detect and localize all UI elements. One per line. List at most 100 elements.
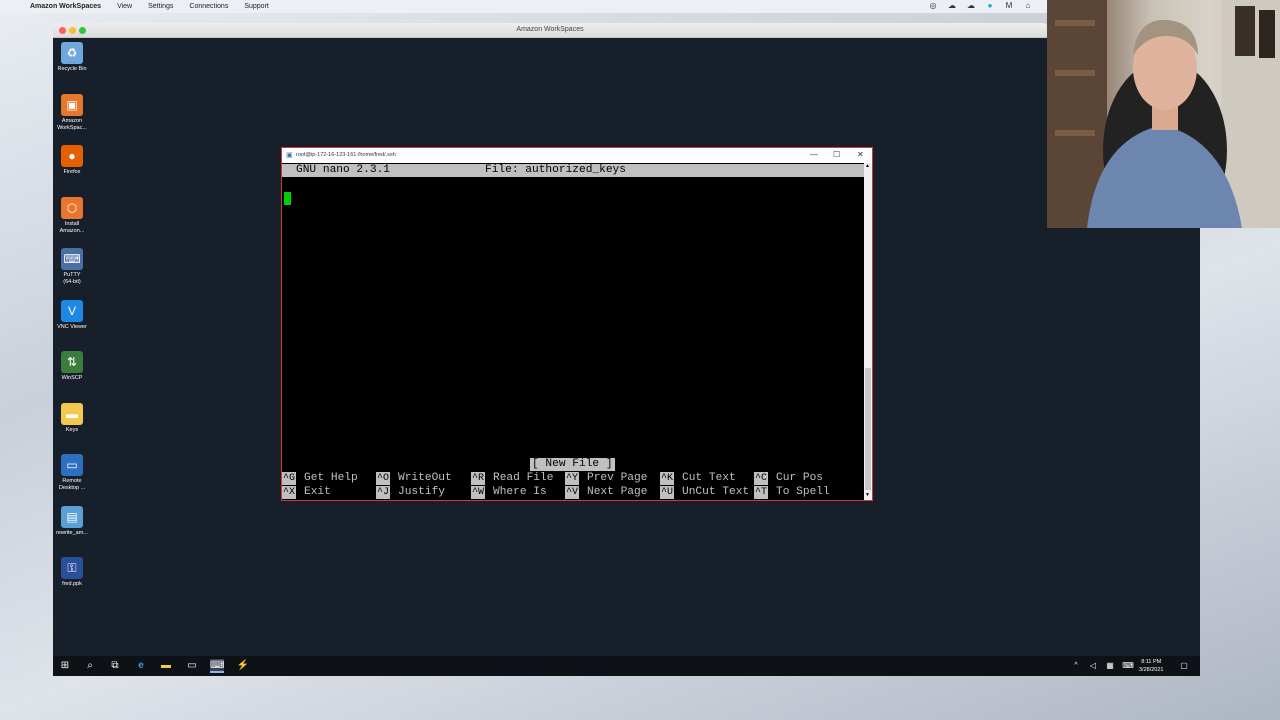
- wifi-icon[interactable]: ⌂: [1023, 1, 1033, 10]
- menu-settings[interactable]: Settings: [148, 3, 173, 10]
- desktop-icon[interactable]: ▤ rewrite_am...: [53, 505, 91, 537]
- putty-title: root@ip-172-16-123-161:/home/fred/.ssh: [296, 152, 396, 158]
- remote-desktop-icon: ▭: [61, 454, 83, 476]
- shortcut-label: Cur Pos: [776, 472, 823, 484]
- menu-connections[interactable]: Connections: [189, 3, 228, 10]
- shortcut-label: Next Page: [587, 486, 648, 498]
- scroll-down-icon[interactable]: ▼: [865, 492, 870, 498]
- menu-view[interactable]: View: [117, 3, 132, 10]
- desktop-icon[interactable]: ▭ Remote Desktop ...: [53, 454, 91, 492]
- putty-app-icon: ▣: [286, 152, 293, 159]
- cloud-icon[interactable]: ☁: [947, 1, 957, 10]
- desktop-icon[interactable]: ♻ Recycle Bin: [53, 42, 91, 73]
- task-view-icon[interactable]: ⧉: [108, 659, 122, 673]
- maximize-icon[interactable]: ☐: [833, 150, 840, 159]
- search-icon[interactable]: ⌕: [83, 659, 97, 673]
- network-icon[interactable]: ▦: [1103, 659, 1117, 673]
- desktop-icon[interactable]: V VNC Viewer: [53, 299, 91, 331]
- gmail-icon[interactable]: M: [1004, 1, 1014, 10]
- notification-icon[interactable]: ▢: [1177, 659, 1191, 673]
- scrollbar-thumb[interactable]: [865, 368, 871, 490]
- desktop-icon-label: Install Amazon...: [59, 220, 85, 234]
- menu-support[interactable]: Support: [244, 3, 269, 10]
- winscp-icon: ⇅: [61, 351, 83, 373]
- shortcut-key: ^G: [282, 472, 297, 485]
- terminal-cursor: [284, 192, 291, 205]
- shortcut-label: Where Is: [493, 486, 547, 498]
- clock-time: 8:11 PM: [1141, 659, 1162, 665]
- folder-icon: ▬: [61, 402, 83, 425]
- file-explorer-icon[interactable]: ▬: [159, 659, 173, 673]
- shortcut-label: Get Help: [304, 472, 358, 484]
- putty-taskbar-icon[interactable]: ⌨: [210, 659, 224, 673]
- windows-start-icon[interactable]: ⊞: [58, 659, 72, 673]
- webcam-overlay: [1047, 0, 1280, 228]
- shortcut-label: Prev Page: [587, 472, 648, 484]
- cloud-icon[interactable]: ☁: [966, 1, 976, 10]
- shortcut-label: Exit: [304, 486, 331, 498]
- edge-icon[interactable]: e: [134, 659, 148, 673]
- desktop-icon-label: VNC Viewer: [57, 323, 87, 330]
- nano-file-label: File: authorized_keys: [485, 164, 626, 176]
- putty-window: ▣ root@ip-172-16-123-161:/home/fred/.ssh…: [281, 147, 873, 501]
- workspaces-titlebar[interactable]: Amazon WorkSpaces: [53, 23, 1047, 38]
- putty-scrollbar[interactable]: ▲ ▼: [864, 163, 872, 500]
- shortcut-key: ^R: [471, 472, 486, 485]
- shortcut-key: ^C: [754, 472, 769, 485]
- desktop-icon[interactable]: ▬ Keys: [53, 402, 91, 434]
- nano-version: GNU nano 2.3.1: [296, 164, 390, 176]
- putty-config-icon[interactable]: ⚡: [236, 659, 250, 673]
- recycle-bin-icon: ♻: [61, 42, 83, 64]
- desktop-icon-label: Amazon WorkSpac...: [57, 117, 87, 131]
- app-menu[interactable]: Amazon WorkSpaces: [30, 3, 101, 10]
- shortcut-label: Read File: [493, 472, 554, 484]
- nano-header: GNU nano 2.3.1 File: authorized_keys: [282, 164, 864, 177]
- workspaces-window: Amazon WorkSpaces ♻ Recycle Bin ▣ Amazon Wo…: [53, 23, 1200, 676]
- keyboard-icon[interactable]: ⌨: [1121, 659, 1135, 673]
- status-icon[interactable]: ●: [985, 1, 995, 10]
- scroll-up-icon[interactable]: ▲: [865, 163, 870, 169]
- shortcut-key: ^T: [754, 486, 769, 499]
- tray-chevron-icon[interactable]: ^: [1069, 659, 1083, 673]
- remote-desktop: ♻ Recycle Bin ▣ Amazon WorkSpac... ● Firefox ⬡…: [53, 38, 1200, 656]
- workspaces-icon: ▣: [61, 93, 83, 116]
- desktop-icon[interactable]: ▣ Amazon WorkSpac...: [53, 93, 91, 132]
- mac-status-icons: ◎ ☁ ☁ ● M ⌂: [928, 1, 1033, 10]
- clock-date: 3/28/2021: [1139, 667, 1164, 673]
- shortcut-key: ^X: [282, 486, 297, 499]
- desktop-icon[interactable]: ● Firefox: [53, 145, 91, 176]
- taskbar-clock[interactable]: 8:11 PM 3/28/2021: [1139, 658, 1163, 674]
- webcam-person-image: [1047, 0, 1280, 228]
- shortcut-key: ^U: [660, 486, 675, 499]
- nano-status: [ New File ]: [530, 458, 615, 471]
- shortcut-key: ^W: [471, 486, 486, 499]
- volume-icon[interactable]: ◁: [1086, 659, 1100, 673]
- putty-titlebar[interactable]: ▣ root@ip-172-16-123-161:/home/fred/.ssh…: [282, 148, 872, 163]
- terminal[interactable]: GNU nano 2.3.1 File: authorized_keys [ N…: [282, 163, 864, 500]
- shortcut-key: ^V: [565, 486, 580, 499]
- shortcut-label: WriteOut: [398, 472, 452, 484]
- desktop-icon-label: WinSCP: [61, 375, 83, 381]
- workspaces-title: Amazon WorkSpaces: [516, 26, 584, 33]
- shortcut-key: ^K: [660, 472, 675, 485]
- console-icon[interactable]: ▭: [185, 659, 199, 673]
- close-icon[interactable]: ✕: [857, 150, 864, 159]
- status-icon[interactable]: ◎: [928, 1, 938, 10]
- shortcut-key: ^Y: [565, 472, 580, 485]
- desktop-icon-label: Recycle Bin: [57, 66, 87, 72]
- minimize-icon[interactable]: —: [810, 150, 818, 159]
- install-icon: ⬡: [61, 196, 83, 219]
- desktop-icon-label: rewrite_am...: [56, 529, 88, 536]
- shortcut-label: Justify: [398, 486, 445, 498]
- desktop-icon[interactable]: ⚿ fred.ppk: [53, 557, 91, 588]
- shortcut-label: To Spell: [776, 486, 830, 498]
- desktop-icon[interactable]: ⇅ WinSCP: [53, 351, 91, 382]
- vnc-icon: V: [61, 299, 83, 322]
- putty-icon: ⌨: [61, 248, 83, 270]
- desktop-icon[interactable]: ⬡ Install Amazon...: [53, 196, 91, 235]
- key-file-icon: ⚿: [61, 557, 83, 579]
- windows-taskbar: ⊞ ⌕ ⧉ e ▬ ▭ ⌨ ⚡ ^ ◁ ▦ ⌨ 8:11 PM 3/28/202…: [53, 656, 1200, 676]
- shortcut-key: ^O: [376, 472, 391, 485]
- desktop-icon[interactable]: ⌨ PuTTY (64-bit): [53, 248, 91, 286]
- desktop-icon-label: Firefox: [63, 169, 81, 175]
